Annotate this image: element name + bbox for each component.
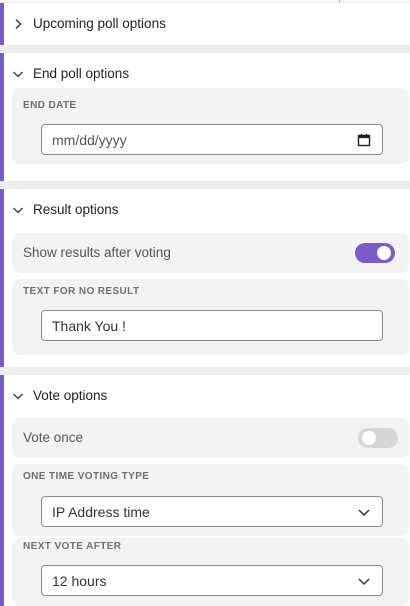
upcoming-poll-panel: Upcoming poll options: [0, 3, 410, 45]
upcoming-poll-header[interactable]: Upcoming poll options: [4, 16, 166, 31]
voting-type-value: IP Address time: [52, 503, 150, 520]
voting-type-select[interactable]: IP Address time: [41, 496, 383, 527]
end-date-input[interactable]: mm/dd/yyyy: [41, 124, 383, 155]
end-poll-panel: End poll options END DATE mm/dd/yyyy: [0, 53, 410, 181]
next-vote-value: 12 hours: [52, 572, 107, 589]
result-header[interactable]: Result options: [4, 202, 119, 217]
top-border: [0, 0, 410, 3]
voting-type-card: ONE TIME VOTING TYPE IP Address time: [12, 464, 409, 536]
calendar-icon[interactable]: [357, 133, 371, 147]
result-title: Result options: [33, 202, 119, 217]
no-result-input[interactable]: Thank You !: [41, 310, 383, 341]
end-poll-header[interactable]: End poll options: [4, 66, 129, 81]
next-vote-label: NEXT VOTE AFTER: [23, 541, 122, 552]
end-date-label: END DATE: [23, 100, 77, 111]
end-poll-title: End poll options: [33, 66, 130, 81]
vote-header[interactable]: Vote options: [4, 388, 107, 403]
chevron-down-icon: [11, 67, 25, 81]
upcoming-poll-title: Upcoming poll options: [33, 16, 166, 31]
no-result-label: TEXT FOR NO RESULT: [23, 286, 140, 297]
chevron-down-icon: [11, 203, 25, 217]
vote-title: Vote options: [33, 388, 108, 403]
chevron-down-icon: [11, 389, 25, 403]
no-result-card: TEXT FOR NO RESULT Thank You !: [12, 279, 409, 355]
chevron-down-icon: [357, 574, 371, 588]
next-vote-select[interactable]: 12 hours: [41, 565, 383, 596]
voting-type-label: ONE TIME VOTING TYPE: [23, 471, 150, 482]
vote-once-toggle[interactable]: [358, 428, 398, 448]
end-date-card: END DATE mm/dd/yyyy: [12, 88, 409, 164]
vote-once-row: Vote once: [12, 418, 409, 458]
vote-once-label: Vote once: [23, 430, 84, 445]
show-results-row: Show results after voting: [12, 233, 409, 273]
result-panel: Result options Show results after voting…: [0, 189, 410, 367]
chevron-right-icon: [11, 17, 25, 31]
no-result-value: Thank You !: [52, 317, 126, 334]
vote-panel: Vote options Vote once ONE TIME VOTING T…: [0, 375, 410, 606]
toggle-knob: [377, 246, 391, 260]
chevron-down-icon: [357, 505, 371, 519]
next-vote-card: NEXT VOTE AFTER 12 hours: [12, 538, 409, 606]
toggle-knob: [362, 431, 376, 445]
show-results-toggle[interactable]: [355, 243, 395, 263]
end-date-placeholder: mm/dd/yyyy: [52, 131, 127, 148]
show-results-label: Show results after voting: [23, 245, 171, 260]
